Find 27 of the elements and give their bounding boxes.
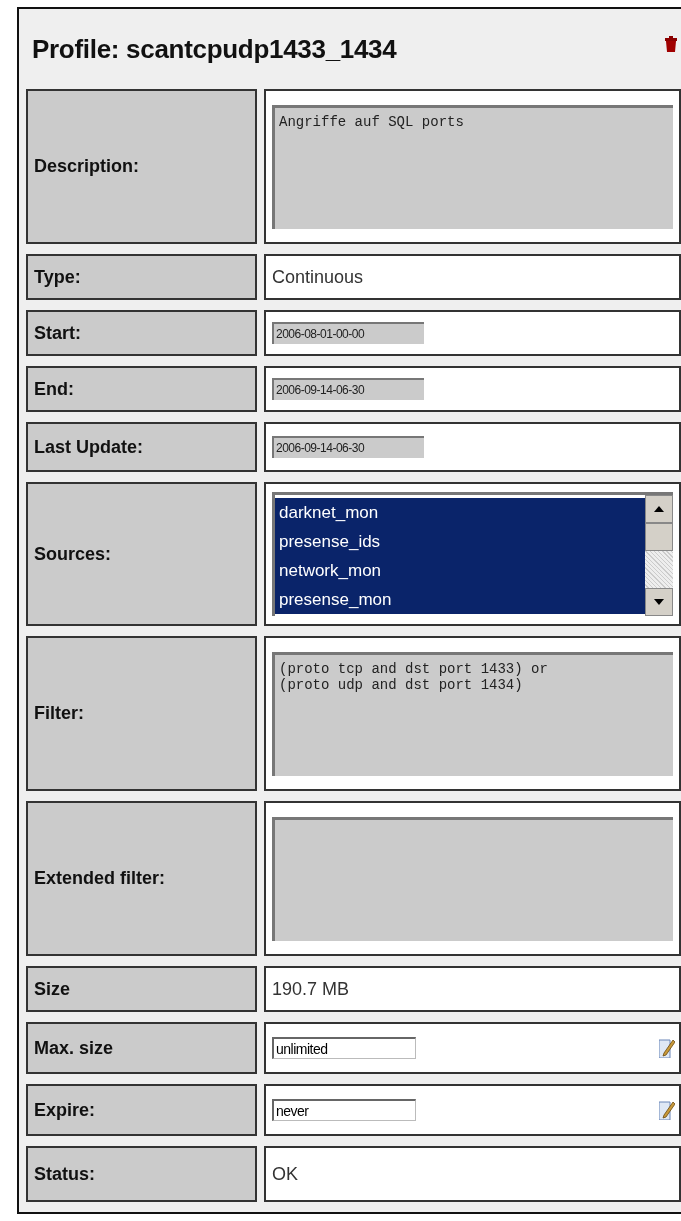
profile-title: Profile: scantcpudp1433_1434 (32, 33, 397, 65)
field-label: Filter: (26, 636, 257, 791)
list-option[interactable]: presense_ids (275, 527, 645, 556)
field-label: Sources: (26, 482, 257, 626)
input-field[interactable]: never (272, 1099, 416, 1121)
list-option[interactable]: network_mon (275, 556, 645, 585)
list-option[interactable]: presense_mon (275, 585, 645, 614)
date-field[interactable]: 2006-09-14-06-30 (272, 436, 424, 458)
field-label: Expire: (26, 1084, 257, 1136)
input-field[interactable]: unlimited (272, 1037, 416, 1059)
text-area[interactable]: Angriffe auf SQL ports (272, 104, 673, 229)
field-label: End: (26, 366, 257, 412)
date-field[interactable]: 2006-09-14-06-30 (272, 378, 424, 400)
field-label: Start: (26, 310, 257, 356)
field-label: Last Update: (26, 422, 257, 472)
field-value: 190.7 MB (272, 978, 350, 1000)
field-label: Type: (26, 254, 257, 300)
field-label: Size (26, 966, 257, 1012)
date-field[interactable]: 2006-08-01-00-00 (272, 322, 424, 344)
field-label: Status: (26, 1146, 257, 1202)
field-label: Max. size (26, 1022, 257, 1074)
field-label: Description: (26, 89, 257, 244)
field-value: OK (272, 1163, 298, 1185)
field-label: Extended filter: (26, 801, 257, 956)
text-area[interactable]: (proto tcp and dst port 1433) or (proto udp and dst port 1434) (272, 651, 673, 776)
list-option[interactable]: darknet_mon (275, 498, 645, 527)
field-value: Continuous (272, 266, 364, 288)
